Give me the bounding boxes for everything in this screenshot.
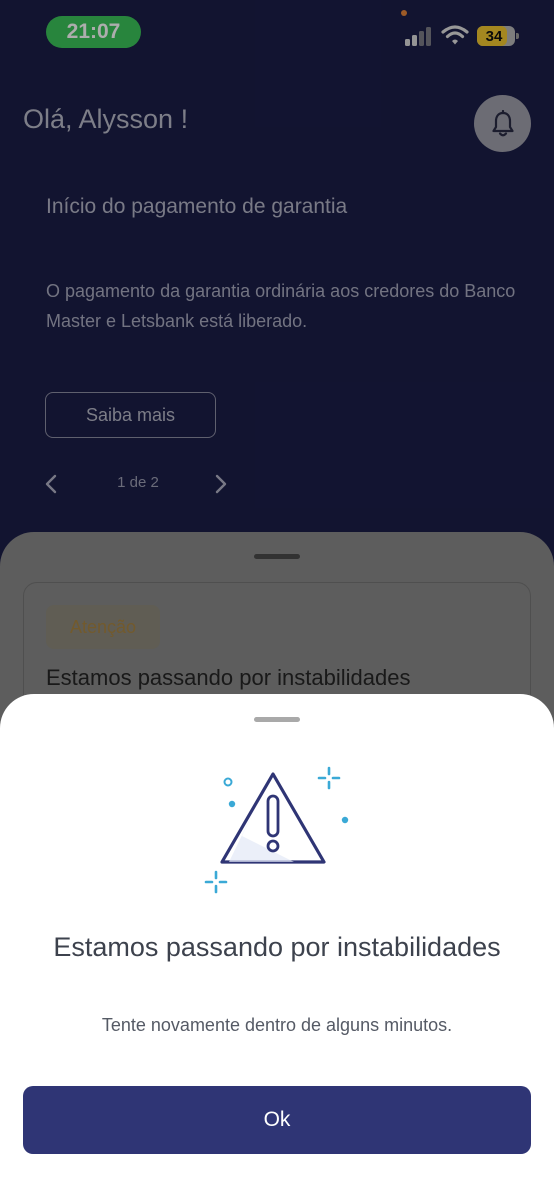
modal-title: Estamos passando por instabilidades <box>53 932 501 962</box>
modal-subtitle: Tente novamente dentro de alguns minutos… <box>101 1015 453 1035</box>
ok-button[interactable]: Ok <box>23 1086 531 1154</box>
error-modal: Estamos passando por instabilidades Tent… <box>0 694 554 1200</box>
warning-triangle-icon <box>204 766 349 894</box>
modal-drag-handle[interactable] <box>254 717 300 722</box>
